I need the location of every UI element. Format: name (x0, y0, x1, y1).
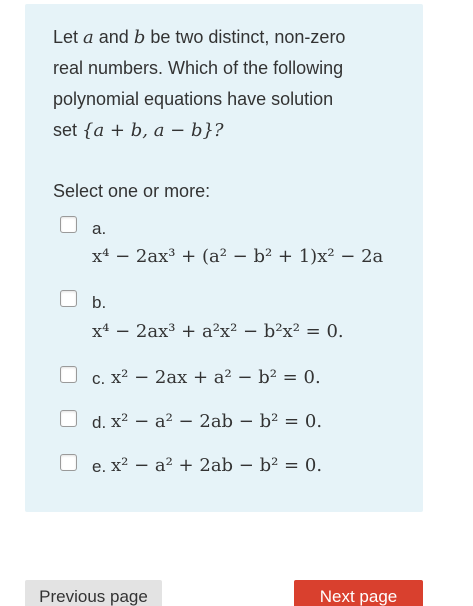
next-page-button[interactable]: Next page (294, 580, 423, 606)
solution-set-math: {a + b, a − b}? (82, 120, 224, 141)
question-line-4: set {a + b, a − b}? (53, 120, 224, 141)
question-text: Let a and b be two distinct, non-zero re… (53, 22, 413, 146)
option-e-checkbox[interactable] (60, 454, 77, 471)
select-prompt: Select one or more: (53, 181, 211, 201)
option-d-checkbox[interactable] (60, 410, 77, 427)
option-e-equation: x² − a² + 2ab − b² = 0. (111, 455, 323, 476)
option-a-equation: x⁴ − 2ax³ + (a² − b² + 1)x² − 2a (92, 246, 384, 267)
question-line-3: polynomial equations have solution (53, 89, 334, 109)
question-line-2: real numbers. Which of the following (53, 58, 344, 78)
option-a-checkbox[interactable] (60, 216, 77, 233)
option-d-equation: x² − a² − 2ab − b² = 0. (111, 411, 323, 432)
option-b-checkbox[interactable] (60, 290, 77, 307)
previous-page-button[interactable]: Previous page (25, 580, 162, 606)
option-a-letter: a. (92, 219, 107, 238)
option-c-checkbox[interactable] (60, 366, 77, 383)
option-c-letter: c. (92, 369, 106, 388)
option-d-letter: d. (92, 413, 107, 432)
question-line-1: Let a and b be two distinct, non-zero (53, 27, 346, 48)
option-c-equation: x² − 2ax + a² − b² = 0. (111, 367, 321, 388)
option-b-equation: x⁴ − 2ax³ + a²x² − b²x² = 0. (92, 321, 344, 342)
option-b-letter: b. (92, 293, 107, 312)
option-e-letter: e. (92, 457, 107, 476)
